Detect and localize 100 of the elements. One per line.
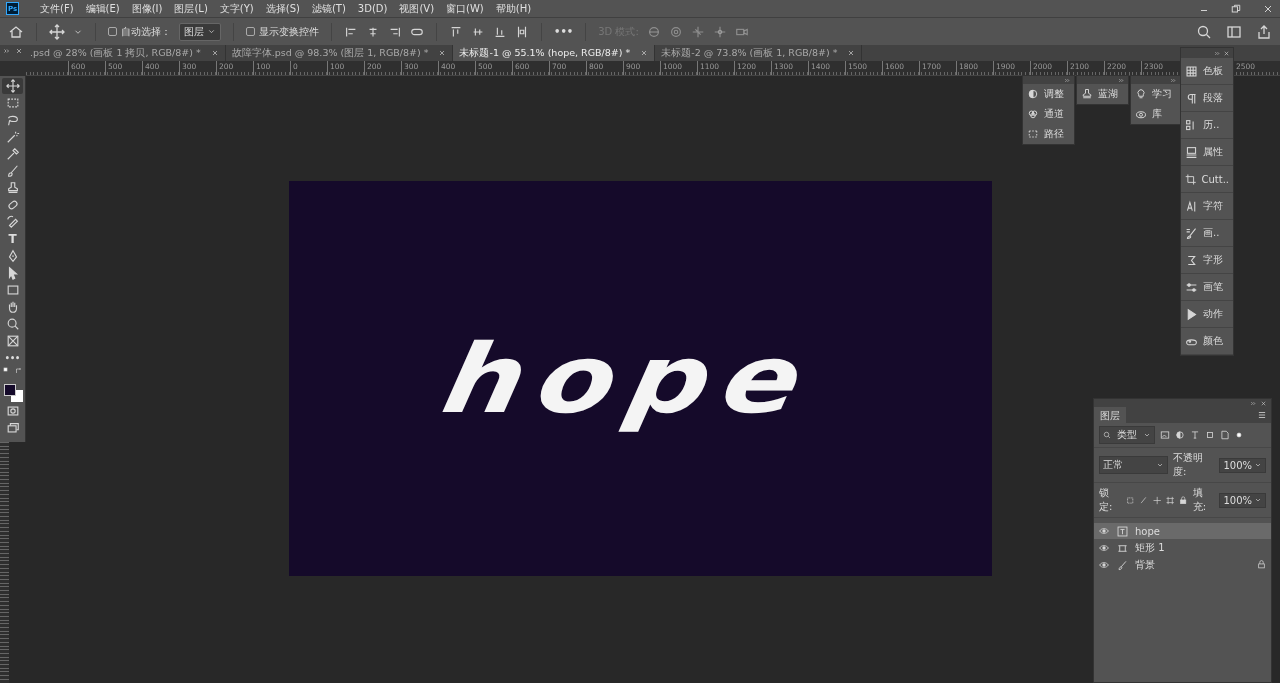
panel-button[interactable]: 色板	[1181, 58, 1233, 85]
close-icon[interactable]	[210, 49, 219, 57]
close-icon[interactable]	[15, 47, 23, 55]
panel-label: 段落	[1203, 91, 1223, 105]
type-filter-icon[interactable]	[1190, 430, 1200, 440]
menu-item[interactable]: 文件(F)	[35, 1, 79, 16]
menu-item[interactable]: 3D(D)	[352, 3, 393, 14]
layer-row[interactable]: 矩形 1	[1094, 540, 1271, 556]
panel-button[interactable]: 画笔	[1181, 274, 1233, 301]
swap-colors-icon[interactable]	[14, 367, 23, 375]
panel-button[interactable]: 字形	[1181, 247, 1233, 274]
filter-toggle-icon[interactable]	[1235, 431, 1243, 439]
eye-icon[interactable]	[1099, 543, 1109, 553]
search-icon[interactable]	[1196, 23, 1212, 40]
panel-button[interactable]: 动作	[1181, 301, 1233, 328]
lock-pixels-icon[interactable]	[1125, 495, 1135, 505]
cloud-icon	[1135, 108, 1147, 120]
image-filter-icon[interactable]	[1160, 430, 1170, 440]
panel-button[interactable]: 路径	[1023, 124, 1074, 144]
menu-item[interactable]: 文字(Y)	[214, 1, 259, 16]
menu-item[interactable]: 图像(I)	[126, 1, 168, 16]
layer-name: 矩形 1	[1135, 541, 1165, 555]
lock-position-icon[interactable]	[1152, 495, 1161, 505]
align-icon[interactable]	[449, 24, 463, 39]
panel-button[interactable]: 调整	[1023, 84, 1074, 104]
panel-button[interactable]: 颜色	[1181, 328, 1233, 355]
panel-menu-icon[interactable]	[1257, 410, 1267, 420]
restore-icon[interactable]	[1230, 2, 1242, 15]
workspace-icon[interactable]	[1226, 23, 1242, 40]
move-tool-icon[interactable]	[49, 23, 65, 40]
lasso-icon	[5, 113, 20, 127]
panel-label: 字符	[1203, 199, 1223, 213]
align-icon[interactable]	[515, 24, 529, 39]
lock-all-icon[interactable]	[1179, 495, 1188, 505]
auto-select-checkbox[interactable]: 自动选择：	[108, 24, 171, 39]
tool-button[interactable]	[2, 78, 23, 94]
menu-item[interactable]: 编辑(E)	[80, 1, 125, 16]
lock-artboard-icon[interactable]	[1165, 495, 1175, 505]
tool-button[interactable]: •••	[2, 350, 23, 366]
menu-item[interactable]: 视图(V)	[394, 1, 440, 16]
eye-icon[interactable]	[1099, 560, 1109, 570]
checkbox[interactable]	[246, 27, 255, 36]
menu-item[interactable]: 选择(S)	[260, 1, 305, 16]
panel-button[interactable]: 历..	[1181, 112, 1233, 139]
lock-icon[interactable]	[1257, 559, 1266, 569]
panel-button[interactable]: 学习	[1131, 84, 1180, 104]
collapse-icon[interactable]	[1250, 399, 1257, 407]
panel-label: 蓝湖	[1098, 87, 1118, 101]
close-icon[interactable]	[847, 49, 856, 57]
panel-button[interactable]: 库	[1131, 104, 1180, 124]
lock-brush-icon[interactable]	[1139, 495, 1148, 505]
panel-button[interactable]: 通道	[1023, 104, 1074, 124]
share-icon[interactable]	[1256, 23, 1272, 40]
opacity-label: 不透明度:	[1173, 451, 1205, 479]
panel-label: 画笔	[1203, 280, 1223, 294]
eye-icon[interactable]	[1099, 526, 1109, 536]
close-icon[interactable]	[1260, 399, 1267, 407]
marquee-icon	[5, 96, 20, 110]
fill-field[interactable]: 100%	[1219, 492, 1266, 508]
collapse-icon[interactable]	[1214, 49, 1221, 57]
quick-mask-icon[interactable]	[5, 404, 20, 418]
transform-controls-checkbox[interactable]: 显示变换控件	[246, 24, 319, 39]
menu-item[interactable]: 帮助(H)	[490, 1, 537, 16]
brush-icon	[1116, 559, 1128, 571]
layer-row[interactable]: 背景	[1094, 557, 1271, 573]
menu-item[interactable]: 滤镜(T)	[306, 1, 351, 16]
screen-mode-icon[interactable]	[5, 421, 20, 435]
layer-row[interactable]: hope	[1094, 523, 1271, 539]
lock-label: 锁定:	[1099, 486, 1114, 514]
auto-select-dropdown[interactable]: 图层	[179, 22, 221, 41]
panel-button[interactable]: Cutt..	[1181, 166, 1233, 193]
more-options-button[interactable]: •••	[554, 26, 574, 37]
panel-button[interactable]: 字符	[1181, 193, 1233, 220]
smart-object-filter-icon[interactable]	[1220, 430, 1230, 440]
checkbox[interactable]	[108, 27, 117, 36]
panel-tab[interactable]: 图层	[1094, 407, 1126, 423]
default-colors-icon[interactable]	[2, 367, 11, 375]
collapse-icon[interactable]	[1170, 76, 1177, 84]
close-icon[interactable]	[1223, 49, 1230, 57]
blend-mode-dropdown[interactable]: 正常	[1099, 456, 1169, 474]
close-icon[interactable]	[640, 49, 649, 57]
menu-item[interactable]: 窗口(W)	[441, 1, 489, 16]
panel-button[interactable]: 画..	[1181, 220, 1233, 247]
3d-tool-icon[interactable]	[712, 24, 727, 39]
panel-button[interactable]: 属性	[1181, 139, 1233, 166]
tool-button[interactable]: T	[2, 231, 23, 247]
filter-dropdown[interactable]: 类型	[1099, 426, 1155, 444]
menu-item[interactable]: 图层(L)	[169, 1, 213, 16]
panel-button[interactable]: 蓝湖	[1077, 84, 1128, 104]
close-icon[interactable]	[438, 49, 447, 57]
panel-button[interactable]: 段落	[1181, 85, 1233, 112]
collapse-icon[interactable]	[3, 47, 11, 55]
adjustment-filter-icon[interactable]	[1175, 430, 1185, 440]
opacity-field[interactable]: 100%	[1219, 457, 1266, 473]
document-tab[interactable]: 未标题-1 @ 55.1% (hope, RGB/8#) *	[453, 45, 656, 61]
brush-settings-icon	[1185, 226, 1198, 240]
shape-filter-icon[interactable]	[1205, 430, 1215, 440]
collapse-icon[interactable]	[1064, 76, 1071, 84]
collapse-icon[interactable]	[1118, 76, 1125, 84]
stamp-icon	[1081, 88, 1093, 100]
